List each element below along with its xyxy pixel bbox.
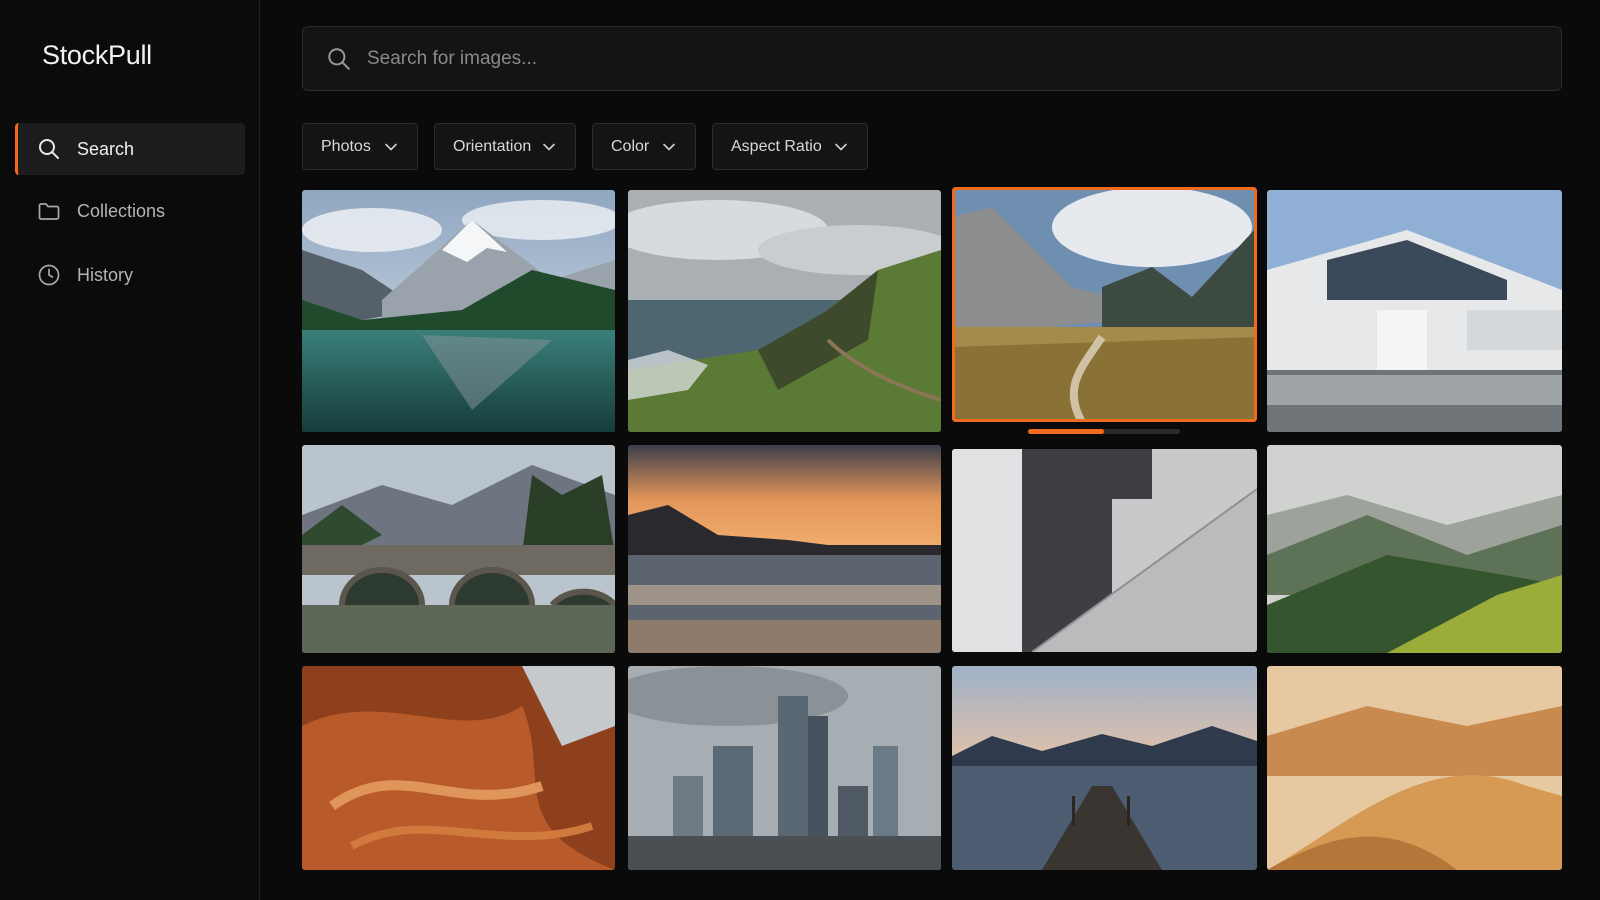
search-icon xyxy=(325,45,353,73)
image-thumbnail-concrete-architecture[interactable] xyxy=(952,449,1257,652)
image-thumbnail-modern-building[interactable] xyxy=(1267,190,1562,432)
image-thumbnail-sandstone-canyon[interactable] xyxy=(302,666,615,870)
filter-orientation[interactable]: Orientation xyxy=(434,123,576,170)
image-thumbnail-misty-hills[interactable] xyxy=(1267,445,1562,653)
app-logo[interactable]: StockPull xyxy=(42,40,152,71)
filter-label: Aspect Ratio xyxy=(731,137,822,155)
image-thumbnail-stone-bridge[interactable] xyxy=(302,445,615,653)
image-thumbnail-ocean-sunset[interactable] xyxy=(628,445,941,653)
filter-photos[interactable]: Photos xyxy=(302,123,418,170)
chevron-down-icon xyxy=(833,139,849,155)
selection-progress-bar xyxy=(1028,429,1180,434)
sidebar-item-label: History xyxy=(77,264,134,285)
image-thumbnail-desert-dunes[interactable] xyxy=(1267,666,1562,870)
filter-color[interactable]: Color xyxy=(592,123,696,170)
filter-aspect-ratio[interactable]: Aspect Ratio xyxy=(712,123,868,170)
search-icon xyxy=(37,137,61,161)
sidebar-item-collections[interactable]: Collections xyxy=(15,185,245,237)
clock-icon xyxy=(37,263,61,287)
folder-icon xyxy=(37,199,61,223)
search-input[interactable] xyxy=(367,47,1561,70)
selection-progress-fill xyxy=(1028,429,1104,434)
filter-label: Color xyxy=(611,137,650,155)
filter-label: Photos xyxy=(321,137,371,155)
chevron-down-icon xyxy=(383,139,399,155)
filter-label: Orientation xyxy=(453,137,532,155)
chevron-down-icon xyxy=(661,139,677,155)
sidebar-item-search[interactable]: Search xyxy=(15,123,245,175)
sidebar-item-label: Search xyxy=(77,138,135,159)
image-thumbnail-mountain-lake[interactable] xyxy=(302,190,615,432)
sidebar-item-history[interactable]: History xyxy=(15,249,245,301)
search-bar[interactable] xyxy=(302,26,1562,91)
image-thumbnail-lake-pier[interactable] xyxy=(952,666,1257,870)
sidebar: StockPull Search Collections History xyxy=(0,0,260,900)
image-thumbnail-mountain-valley[interactable] xyxy=(952,187,1257,422)
chevron-down-icon xyxy=(541,139,557,155)
image-thumbnail-city-skyline[interactable] xyxy=(628,666,941,870)
image-thumbnail-coastal-cliff[interactable] xyxy=(628,190,941,432)
sidebar-item-label: Collections xyxy=(77,200,166,221)
